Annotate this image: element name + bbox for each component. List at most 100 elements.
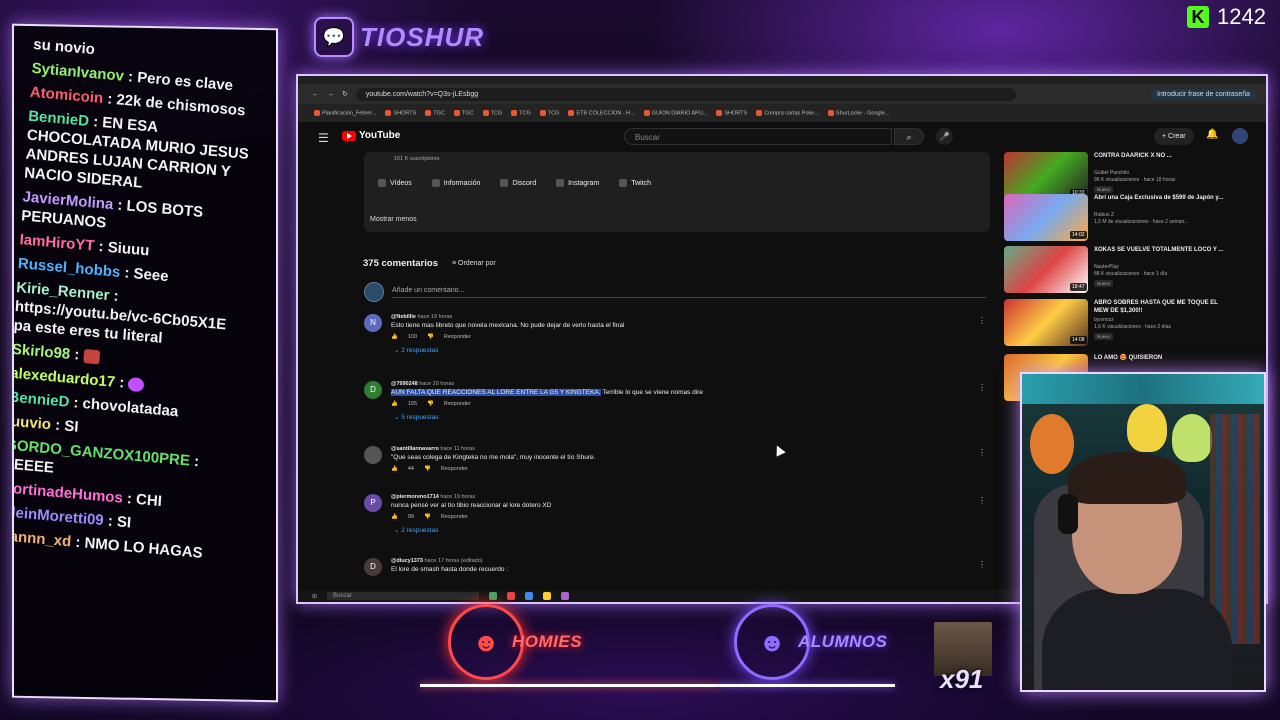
bookmark-item[interactable]: ShurLocke - Google... bbox=[827, 109, 889, 116]
bookmark-item[interactable]: GUION DIARIO APU... bbox=[643, 109, 707, 116]
chat-username[interactable]: Skirlo98 bbox=[12, 341, 71, 363]
commenter-avatar[interactable] bbox=[364, 446, 382, 464]
bookmark-item[interactable]: TCG bbox=[482, 109, 502, 116]
back-icon[interactable]: ← bbox=[312, 91, 319, 98]
microphone-icon[interactable]: 🎤 bbox=[936, 128, 953, 145]
commenter-name[interactable]: @Nebillle bbox=[391, 314, 416, 320]
video-channel[interactable]: Rubius Z bbox=[1094, 212, 1114, 218]
reply-button[interactable]: Responder bbox=[444, 334, 471, 340]
commenter-avatar[interactable]: P bbox=[364, 494, 382, 512]
chat-username[interactable]: Dannn_xd bbox=[12, 527, 72, 550]
reply-button[interactable]: Responder bbox=[444, 401, 471, 407]
bookmark-item[interactable]: TGC bbox=[453, 109, 474, 116]
video-title[interactable]: XOKAS SE VUELVE TOTALMENTE LOCO Y ... bbox=[1094, 246, 1234, 254]
commenter-avatar[interactable]: N bbox=[364, 314, 382, 332]
youtube-logo[interactable]: YouTube bbox=[342, 130, 400, 141]
app-icon[interactable] bbox=[489, 592, 498, 600]
video-thumbnail[interactable]: 10:33 bbox=[1004, 152, 1088, 199]
commenter-name[interactable]: @dlucy1373 bbox=[391, 558, 423, 564]
bookmark-item[interactable]: Compra cartas Poke... bbox=[756, 109, 819, 116]
sort-by-button[interactable]: ≡ Ordenar por bbox=[452, 260, 496, 267]
bookmark-item[interactable]: SHORTS bbox=[716, 109, 747, 116]
taskbar-search[interactable]: Buscar bbox=[327, 592, 480, 600]
chat-username[interactable]: alexeduardo17 bbox=[12, 365, 116, 391]
recommended-video[interactable]: 14:08 ABRO SOBRES HASTA QUE ME TOQUE EL M… bbox=[1004, 299, 1244, 349]
dislike-icon[interactable]: 👎 bbox=[427, 334, 434, 340]
recommended-video[interactable]: 18:47 XOKAS SE VUELVE TOTALMENTE LOCO Y .… bbox=[1004, 246, 1244, 296]
view-replies-button[interactable]: ⌄ 2 respuestas bbox=[394, 346, 971, 354]
channel-link-twitch[interactable]: Twitch bbox=[613, 176, 657, 190]
chat-username[interactable]: SytianIvanov bbox=[31, 60, 125, 85]
app-icon[interactable] bbox=[561, 592, 570, 600]
dislike-icon[interactable]: 👎 bbox=[427, 401, 434, 407]
bookmark-item[interactable]: TGC bbox=[425, 109, 445, 116]
comment-text-content: Terrible lo que se viene nomas dire bbox=[600, 389, 704, 396]
chat-username[interactable]: Atomicoin bbox=[29, 84, 103, 107]
video-thumbnail[interactable]: 14:08 bbox=[1004, 299, 1088, 346]
chat-username[interactable]: Russel_hobbs bbox=[17, 255, 120, 281]
url-field[interactable]: youtube.com/watch?v=Q3s-jLEsbgg bbox=[355, 87, 1016, 101]
chat-username[interactable]: CortinadeHumos bbox=[12, 479, 123, 506]
dislike-icon[interactable]: 👎 bbox=[424, 514, 431, 520]
bookmark-item[interactable]: Planificación_Febrer... bbox=[314, 109, 376, 116]
add-comment-input[interactable]: Añade un comentario... bbox=[392, 287, 986, 298]
reply-button[interactable]: Responder bbox=[441, 466, 468, 472]
bookmark-item[interactable]: ETB COLECCION - H... bbox=[568, 109, 635, 116]
commenter-name[interactable]: @7990248 bbox=[391, 381, 418, 387]
more-options-icon[interactable]: ⋮ bbox=[978, 560, 986, 569]
notifications-icon[interactable]: 🔔 bbox=[1206, 129, 1218, 140]
reload-icon[interactable]: ↻ bbox=[342, 90, 348, 98]
video-title[interactable]: Abrí una Caja Exclusiva de $599 de Japón… bbox=[1094, 194, 1234, 202]
password-autofill[interactable]: Introducir frase de contraseña bbox=[1151, 88, 1256, 100]
channel-link-vídeos[interactable]: Vídeos bbox=[372, 176, 418, 190]
channel-link-información[interactable]: Información bbox=[426, 176, 487, 190]
channel-link-discord[interactable]: Discord bbox=[494, 176, 542, 190]
bookmark-item[interactable]: TCG bbox=[539, 109, 559, 116]
video-title[interactable]: LO AMO 😍 QUISIERON bbox=[1094, 354, 1234, 362]
account-avatar[interactable] bbox=[1232, 128, 1248, 144]
create-button[interactable]: + Crear bbox=[1154, 128, 1194, 145]
chat-username[interactable]: BennieD bbox=[12, 389, 70, 411]
app-icon[interactable] bbox=[525, 592, 534, 600]
commenter-name[interactable]: @santillannavarro bbox=[391, 446, 439, 452]
reply-button[interactable]: Responder bbox=[441, 514, 468, 520]
more-options-icon[interactable]: ⋮ bbox=[978, 383, 986, 392]
windows-start-icon[interactable]: ⊞ bbox=[312, 593, 317, 600]
like-icon[interactable]: 👍 bbox=[391, 514, 398, 520]
forward-icon[interactable]: → bbox=[327, 91, 334, 98]
commenter-name[interactable]: @piermoreno1714 bbox=[391, 494, 439, 500]
video-channel[interactable]: Guibel Panchito bbox=[1094, 170, 1129, 176]
more-options-icon[interactable]: ⋮ bbox=[978, 316, 986, 325]
menu-icon[interactable]: ☰ bbox=[318, 131, 329, 145]
bookmark-item[interactable]: TCG bbox=[511, 109, 531, 116]
bookmark-item[interactable]: SHORTS bbox=[385, 109, 416, 116]
chat-username[interactable]: IamHiroYT bbox=[19, 231, 95, 254]
recommended-video[interactable]: 14:02 Abrí una Caja Exclusiva de $599 de … bbox=[1004, 194, 1244, 244]
video-title[interactable]: ABRO SOBRES HASTA QUE ME TOQUE EL MEW DE… bbox=[1094, 299, 1234, 315]
search-icon[interactable]: ⌕ bbox=[894, 128, 924, 145]
channel-link-instagram[interactable]: Instagram bbox=[550, 176, 605, 190]
like-icon[interactable]: 👍 bbox=[391, 334, 398, 340]
chat-username[interactable]: KleinMoretti09 bbox=[12, 503, 104, 529]
video-channel[interactable]: bysmozz bbox=[1094, 317, 1114, 323]
like-icon[interactable]: 👍 bbox=[391, 466, 398, 472]
video-thumbnail[interactable]: 18:47 bbox=[1004, 246, 1088, 293]
show-less-button[interactable]: Mostrar menos bbox=[370, 216, 417, 223]
search-input[interactable]: Buscar bbox=[624, 128, 892, 145]
video-channel[interactable]: NauterPlay bbox=[1094, 264, 1119, 270]
commenter-avatar[interactable]: D bbox=[364, 381, 382, 399]
more-options-icon[interactable]: ⋮ bbox=[978, 448, 986, 457]
app-icon[interactable] bbox=[507, 592, 516, 600]
browser-tab-strip[interactable] bbox=[298, 76, 1266, 84]
view-replies-button[interactable]: ⌄ 2 respuestas bbox=[394, 526, 971, 534]
view-replies-button[interactable]: ⌄ 5 respuestas bbox=[394, 413, 971, 421]
app-icon[interactable] bbox=[543, 592, 552, 600]
video-title[interactable]: CONTRA DAARICK X NO ... bbox=[1094, 152, 1234, 160]
video-thumbnail[interactable]: 14:02 bbox=[1004, 194, 1088, 241]
chat-username[interactable]: juuvio bbox=[12, 413, 52, 434]
more-options-icon[interactable]: ⋮ bbox=[978, 496, 986, 505]
like-icon[interactable]: 👍 bbox=[391, 401, 398, 407]
commenter-avatar[interactable]: D bbox=[364, 558, 382, 576]
bookmark-icon bbox=[511, 109, 518, 116]
dislike-icon[interactable]: 👎 bbox=[424, 466, 431, 472]
